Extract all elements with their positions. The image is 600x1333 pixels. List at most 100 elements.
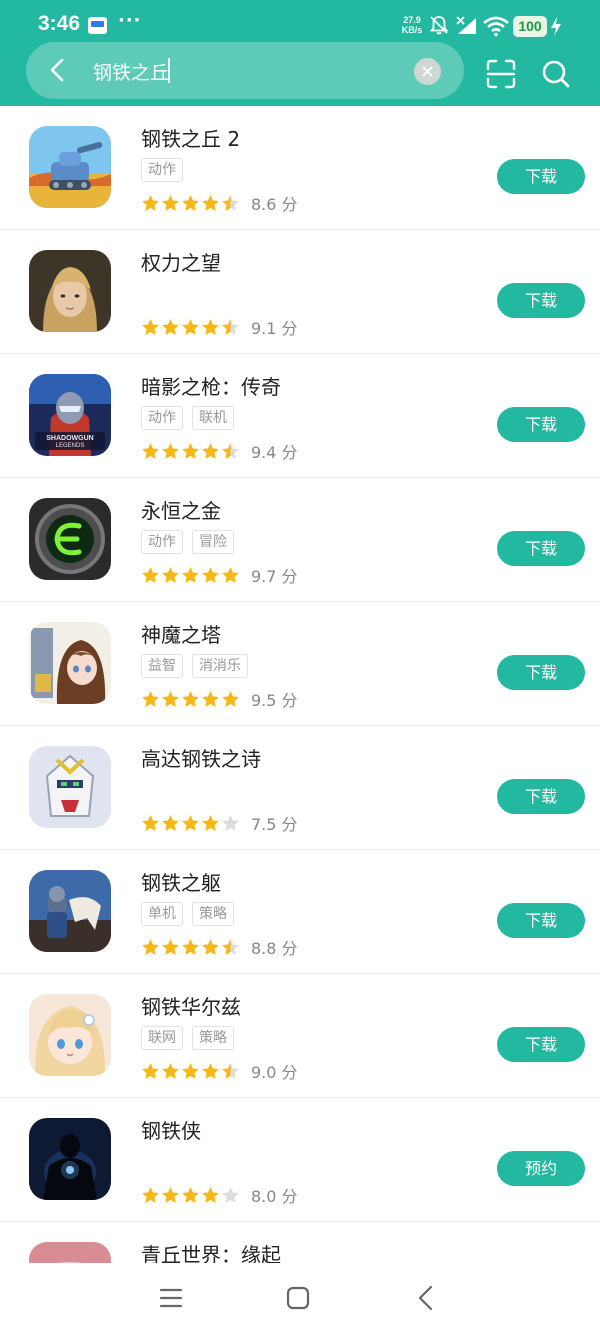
download-button[interactable]: 下载 xyxy=(497,407,585,442)
app-rating: 7.5 分 xyxy=(141,811,298,834)
star-rating xyxy=(141,193,241,213)
download-button[interactable]: 下载 xyxy=(497,903,585,938)
list-item[interactable]: 永恒之金 动作 冒险 9.7 分 下载 xyxy=(0,478,600,602)
star-full-icon xyxy=(202,195,219,211)
app-tag: 联机 xyxy=(192,406,234,430)
star-full-icon xyxy=(182,815,199,831)
app-tag: 联网 xyxy=(141,1026,183,1050)
battery-indicator: 100 xyxy=(513,16,547,37)
anime-blonde-girl-icon xyxy=(29,994,111,1076)
star-full-icon xyxy=(142,319,159,335)
star-empty-icon xyxy=(222,815,239,831)
home-icon[interactable] xyxy=(285,1285,311,1311)
app-icon-qingqiu-world[interactable] xyxy=(29,1242,111,1263)
more-notifications-indicator: ··· xyxy=(118,10,142,31)
download-button[interactable]: 下载 xyxy=(497,159,585,194)
star-half-icon xyxy=(222,939,239,955)
star-full-icon xyxy=(142,939,159,955)
search-input[interactable] xyxy=(93,50,403,92)
app-score: 8.0 分 xyxy=(251,1187,298,1206)
list-item[interactable]: 青丘世界：缘起 xyxy=(0,1222,600,1263)
star-rating xyxy=(141,1185,241,1205)
app-icon-shadowgun[interactable]: SHADOWGUN LEGENDS xyxy=(29,374,111,456)
app-score: 8.6 分 xyxy=(251,195,298,214)
scan-icon[interactable] xyxy=(486,59,516,89)
download-button[interactable]: 下载 xyxy=(497,531,585,566)
app-icon-power-hope[interactable] xyxy=(29,250,111,332)
download-button[interactable]: 下载 xyxy=(497,283,585,318)
hero-silhouette-icon xyxy=(29,1118,111,1200)
app-rating: 9.4 分 xyxy=(141,439,298,462)
app-tag: 消消乐 xyxy=(192,654,248,678)
star-full-icon xyxy=(162,691,179,707)
star-full-icon xyxy=(162,567,179,583)
app-tag: 单机 xyxy=(141,902,183,926)
search-icon[interactable] xyxy=(541,59,571,89)
robot-head-icon xyxy=(29,746,111,828)
reserve-button[interactable]: 预约 xyxy=(497,1151,585,1186)
app-name: 权力之望 xyxy=(141,251,221,275)
star-full-icon xyxy=(182,1187,199,1203)
network-speed: 27.9 KB/s xyxy=(401,15,423,35)
star-rating xyxy=(141,441,241,461)
star-full-icon xyxy=(182,319,199,335)
app-icon-iron-hill[interactable] xyxy=(29,126,111,208)
list-item[interactable]: 钢铁之躯 单机 策略 8.8 分 下载 xyxy=(0,850,600,974)
system-nav-bar xyxy=(0,1263,600,1333)
app-icon-tower-of-saviors[interactable] xyxy=(29,622,111,704)
list-item[interactable]: 权力之望 9.1 分 下载 xyxy=(0,230,600,354)
app-name: 钢铁华尔兹 xyxy=(141,995,241,1019)
star-full-icon xyxy=(142,691,159,707)
app-score: 9.7 分 xyxy=(251,567,298,586)
star-full-icon xyxy=(222,691,239,707)
app-icon-steel-body[interactable] xyxy=(29,870,111,952)
app-icon-gundam[interactable] xyxy=(29,746,111,828)
clear-search-button[interactable] xyxy=(414,58,441,85)
search-bar xyxy=(26,42,464,99)
app-tag: 策略 xyxy=(192,1026,234,1050)
svg-text:SHADOWGUN: SHADOWGUN xyxy=(46,435,93,442)
app-rating: 9.1 分 xyxy=(141,315,298,338)
app-header: 3:46 ··· 27.9 KB/s 100 xyxy=(0,0,600,106)
app-tag: 策略 xyxy=(192,902,234,926)
glowing-emblem-icon xyxy=(29,498,111,580)
status-time: 3:46 xyxy=(38,12,81,35)
back-arrow-icon[interactable] xyxy=(44,56,72,84)
star-full-icon xyxy=(202,443,219,459)
star-rating xyxy=(141,317,241,337)
app-name: 钢铁侠 xyxy=(141,1119,201,1143)
bell-muted-icon xyxy=(429,16,449,35)
pink-art-icon xyxy=(29,1242,111,1263)
download-button[interactable]: 下载 xyxy=(497,655,585,690)
list-item[interactable]: 高达钢铁之诗 7.5 分 下载 xyxy=(0,726,600,850)
download-button[interactable]: 下载 xyxy=(497,1027,585,1062)
app-tag: 动作 xyxy=(141,406,183,430)
star-full-icon xyxy=(182,691,199,707)
app-icon-iron-waltz[interactable] xyxy=(29,994,111,1076)
star-full-icon xyxy=(162,815,179,831)
list-item[interactable]: SHADOWGUN LEGENDS 暗影之枪：传奇 动作 联机 9.4 分 下载 xyxy=(0,354,600,478)
star-full-icon xyxy=(162,939,179,955)
app-tags: 联网 策略 xyxy=(141,1026,243,1050)
list-item[interactable]: 钢铁侠 8.0 分 预约 xyxy=(0,1098,600,1222)
app-score: 9.4 分 xyxy=(251,443,298,462)
star-full-icon xyxy=(162,195,179,211)
list-item[interactable]: 钢铁华尔兹 联网 策略 9.0 分 下载 xyxy=(0,974,600,1098)
app-tag: 益智 xyxy=(141,654,183,678)
download-button[interactable]: 下载 xyxy=(497,779,585,814)
app-tags: 单机 策略 xyxy=(141,902,243,926)
app-name: 神魔之塔 xyxy=(141,623,221,647)
star-full-icon xyxy=(182,443,199,459)
app-name: 永恒之金 xyxy=(141,499,221,523)
star-full-icon xyxy=(142,195,159,211)
star-rating xyxy=(141,689,241,709)
app-tag: 冒险 xyxy=(192,530,234,554)
star-rating xyxy=(141,565,241,585)
list-item[interactable]: 神魔之塔 益智 消消乐 9.5 分 下载 xyxy=(0,602,600,726)
app-icon-eternal-gold[interactable] xyxy=(29,498,111,580)
nav-back-icon[interactable] xyxy=(413,1284,439,1312)
star-full-icon xyxy=(162,319,179,335)
list-item[interactable]: 钢铁之丘 2 动作 8.6 分 下载 xyxy=(0,106,600,230)
app-icon-iron-man[interactable] xyxy=(29,1118,111,1200)
menu-icon[interactable] xyxy=(158,1285,184,1311)
